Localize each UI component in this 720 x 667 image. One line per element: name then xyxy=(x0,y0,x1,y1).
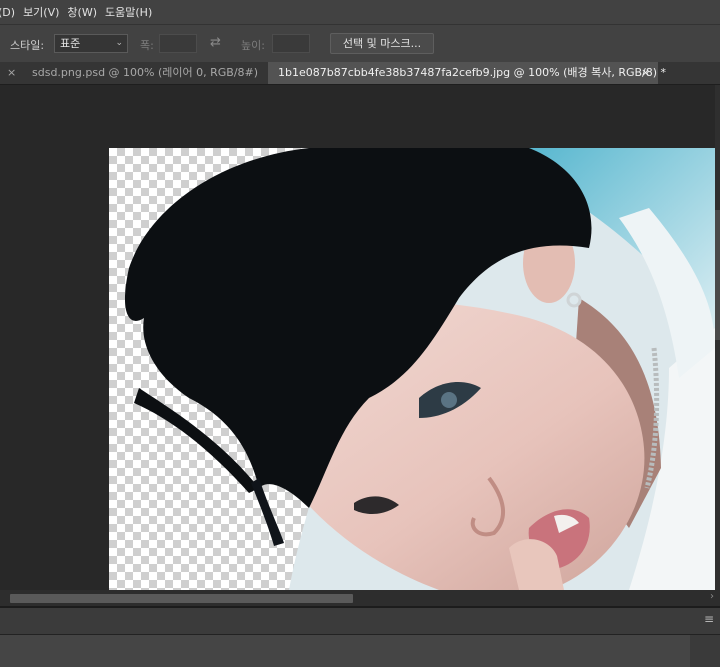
bottom-panel xyxy=(0,635,720,667)
height-field[interactable] xyxy=(272,34,310,53)
vertical-scroll-thumb[interactable] xyxy=(715,210,720,340)
menu-item-help[interactable]: 도움말(H) xyxy=(103,4,158,20)
tab-label: 1b1e087b87cbb4fe38b37487fa2cefb9.jpg @ 1… xyxy=(278,66,667,79)
document-tab-bar: × sdsd.png.psd @ 100% (레이어 0, RGB/8#) 1b… xyxy=(0,62,720,85)
width-label: 폭: xyxy=(140,39,154,52)
width-field[interactable] xyxy=(159,34,197,53)
style-select[interactable]: 표준 ⌄ xyxy=(54,34,128,53)
close-icon[interactable]: × xyxy=(641,62,650,84)
select-and-mask-button[interactable]: 선택 및 마스크... xyxy=(330,33,434,54)
tab-sdsd-psd[interactable]: × sdsd.png.psd @ 100% (레이어 0, RGB/8#) xyxy=(0,62,267,84)
options-bar: 스타일: 표준 ⌄ 폭: ⇄ 높이: 선택 및 마스크... xyxy=(0,24,720,63)
horizontal-scroll-thumb[interactable] xyxy=(10,594,353,603)
swap-icon[interactable]: ⇄ xyxy=(210,35,221,50)
tab-jpg-document[interactable]: 1b1e087b87cbb4fe38b37487fa2cefb9.jpg @ 1… xyxy=(268,62,666,84)
portrait-photo xyxy=(124,148,715,590)
style-label: 스타일: xyxy=(10,39,45,52)
menu-item-window[interactable]: 창(W) xyxy=(65,4,103,20)
tab-label: sdsd.png.psd @ 100% (레이어 0, RGB/8#) xyxy=(32,66,259,79)
panel-header: ≡ xyxy=(0,608,720,635)
bottom-panel-side xyxy=(690,635,720,667)
scroll-right-arrow[interactable]: › xyxy=(710,591,714,602)
close-icon[interactable]: × xyxy=(7,62,16,84)
menu-bar: (D) 보기(V) 창(W) 도움말(H) xyxy=(0,0,720,24)
document-image[interactable] xyxy=(109,148,715,590)
vertical-scrollbar[interactable] xyxy=(715,85,720,605)
chevron-down-icon: ⌄ xyxy=(115,38,123,48)
panel-menu-icon[interactable]: ≡ xyxy=(704,612,714,626)
menu-item-view[interactable]: 보기(V) xyxy=(21,4,65,20)
horizontal-scrollbar[interactable]: › xyxy=(0,590,720,606)
menu-item-d[interactable]: (D) xyxy=(0,6,21,19)
style-select-value: 표준 xyxy=(60,37,81,50)
height-label: 높이: xyxy=(241,39,265,52)
